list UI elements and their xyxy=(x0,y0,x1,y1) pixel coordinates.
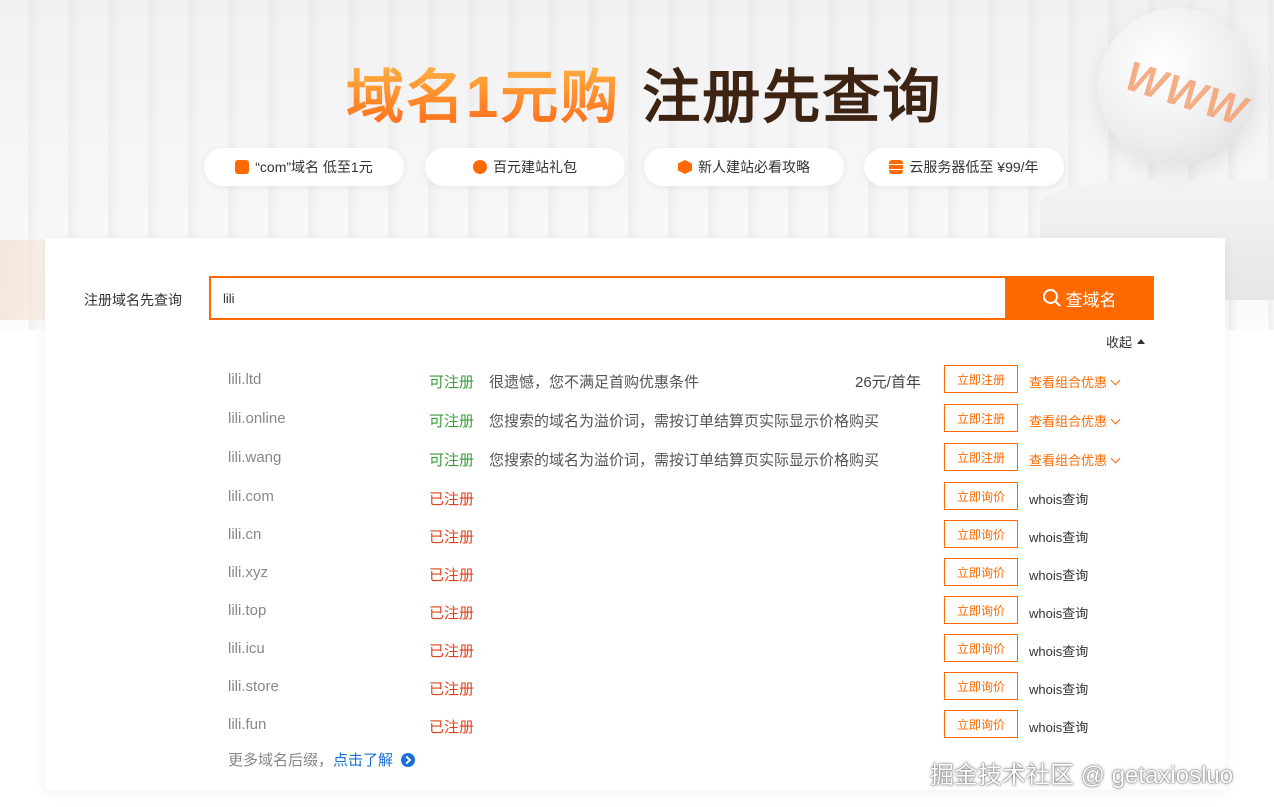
result-status: 已注册 xyxy=(429,605,475,622)
learn-more-link[interactable]: 点击了解 xyxy=(333,749,393,770)
promo-pill-label: 新人建站必看攻略 xyxy=(698,159,810,175)
whois-link[interactable]: whois查询 xyxy=(1029,489,1088,508)
watermark: 掘金技术社区 @ getaxiosluo xyxy=(930,762,1234,789)
inquire-price-button[interactable]: 立即询价 xyxy=(944,520,1018,548)
result-row: lili.icu 已注册 立即询价 whois查询 xyxy=(228,634,1158,664)
result-price: 26元/首年 xyxy=(855,374,921,391)
result-domain: lili.fun xyxy=(228,716,267,733)
whois-link[interactable]: whois查询 xyxy=(1029,565,1088,584)
whois-link[interactable]: whois查询 xyxy=(1029,717,1088,736)
whois-link[interactable]: whois查询 xyxy=(1029,527,1088,546)
whois-link[interactable]: whois查询 xyxy=(1029,641,1088,660)
promo-pill-site-package[interactable]: 百元建站礼包 xyxy=(425,148,625,186)
bundle-offer-link[interactable]: 查看组合优惠 xyxy=(1029,411,1121,430)
collapse-label: 收起 xyxy=(1106,335,1133,350)
result-status: 可注册 xyxy=(429,413,475,430)
result-status: 已注册 xyxy=(429,529,475,546)
collapse-toggle[interactable]: 收起 xyxy=(1106,332,1146,351)
result-domain: lili.ltd xyxy=(228,371,262,388)
inquire-price-button[interactable]: 立即询价 xyxy=(944,558,1018,586)
result-domain: lili.store xyxy=(228,678,279,695)
headline-promo: 域名1元购 xyxy=(346,65,621,130)
bundle-offer-label: 查看组合优惠 xyxy=(1029,375,1108,390)
result-domain: lili.cn xyxy=(228,526,262,543)
result-message: 您搜索的域名为溢价词，需按订单结算页实际显示价格购买 xyxy=(489,413,880,430)
search-icon xyxy=(1042,289,1058,304)
result-status: 可注册 xyxy=(429,452,475,469)
result-row: lili.com 已注册 立即询价 whois查询 xyxy=(228,482,1158,512)
whois-link[interactable]: whois查询 xyxy=(1029,679,1088,698)
headline-subtitle: 注册先查询 xyxy=(642,65,943,130)
hexagon-icon xyxy=(678,160,692,174)
promo-pill-label: “com”域名 低至1元 xyxy=(255,159,373,175)
inquire-price-button[interactable]: 立即询价 xyxy=(944,482,1018,510)
register-now-button[interactable]: 立即注册 xyxy=(944,443,1018,471)
bundle-offer-label: 查看组合优惠 xyxy=(1029,414,1108,429)
inquire-price-button[interactable]: 立即询价 xyxy=(944,672,1018,700)
result-domain: lili.wang xyxy=(228,449,282,466)
chevron-down-icon xyxy=(1110,453,1121,464)
promo-pill-com-domain[interactable]: “com”域名 低至1元 xyxy=(204,148,404,186)
result-status: 已注册 xyxy=(429,567,475,584)
chevron-down-icon xyxy=(1110,414,1121,425)
promo-pill-label: 百元建站礼包 xyxy=(493,159,577,175)
bundle-offer-link[interactable]: 查看组合优惠 xyxy=(1029,450,1121,469)
more-suffixes-text: 更多域名后缀， xyxy=(228,752,334,769)
result-status: 已注册 xyxy=(429,681,475,698)
hero-headline: 域名1元购 注册先查询 xyxy=(346,50,942,134)
chevron-down-icon xyxy=(1110,375,1121,386)
bundle-offer-link[interactable]: 查看组合优惠 xyxy=(1029,372,1121,391)
result-status: 已注册 xyxy=(429,491,475,508)
result-status: 已注册 xyxy=(429,643,475,660)
whois-link[interactable]: whois查询 xyxy=(1029,603,1088,622)
result-row: lili.online 可注册 您搜索的域名为溢价词，需按订单结算页实际显示价格… xyxy=(228,404,1158,434)
more-suffixes: 更多域名后缀， 点击了解 xyxy=(228,749,416,770)
globe-icon xyxy=(473,160,487,174)
result-domain: lili.online xyxy=(228,410,286,427)
result-status: 已注册 xyxy=(429,719,475,736)
result-status: 可注册 xyxy=(429,374,475,391)
search-label: 注册域名先查询 xyxy=(84,292,182,308)
result-row: lili.wang 可注册 您搜索的域名为溢价词，需按订单结算页实际显示价格购买… xyxy=(228,443,1158,473)
domain-search-input[interactable] xyxy=(209,276,1005,320)
result-message: 您搜索的域名为溢价词，需按订单结算页实际显示价格购买 xyxy=(489,452,880,469)
inquire-price-button[interactable]: 立即询价 xyxy=(944,634,1018,662)
bundle-offer-label: 查看组合优惠 xyxy=(1029,453,1108,468)
result-domain: lili.com xyxy=(228,488,274,505)
inquire-price-button[interactable]: 立即询价 xyxy=(944,596,1018,624)
result-row: lili.cn 已注册 立即询价 whois查询 xyxy=(228,520,1158,550)
result-domain: lili.xyz xyxy=(228,564,268,581)
result-row: lili.xyz 已注册 立即询价 whois查询 xyxy=(228,558,1158,588)
result-domain: lili.icu xyxy=(228,640,265,657)
result-row: lili.ltd 可注册 很遗憾，您不满足首购优惠条件 26元/首年 立即注册 … xyxy=(228,365,1158,395)
result-row: lili.fun 已注册 立即询价 whois查询 xyxy=(228,710,1158,740)
register-now-button[interactable]: 立即注册 xyxy=(944,404,1018,432)
promo-pill-cloud-server[interactable]: 云服务器低至 ¥99/年 xyxy=(864,148,1064,186)
result-row: lili.store 已注册 立即询价 whois查询 xyxy=(228,672,1158,702)
result-row: lili.top 已注册 立即询价 whois查询 xyxy=(228,596,1158,626)
register-now-button[interactable]: 立即注册 xyxy=(944,365,1018,393)
domain-tag-icon xyxy=(235,160,250,174)
promo-pill-newbie-guide[interactable]: 新人建站必看攻略 xyxy=(644,148,844,186)
inquire-price-button[interactable]: 立即询价 xyxy=(944,710,1018,738)
search-card xyxy=(45,238,1225,790)
arrow-right-circle-icon[interactable] xyxy=(401,752,416,767)
search-button-label: 查域名 xyxy=(1065,290,1117,310)
result-message: 很遗憾，您不满足首购优惠条件 xyxy=(489,374,700,391)
server-icon xyxy=(889,160,904,174)
caret-up-icon xyxy=(1137,339,1146,344)
result-domain: lili.top xyxy=(228,602,267,619)
promo-pill-label: 云服务器低至 ¥99/年 xyxy=(909,159,1039,175)
search-domain-button[interactable]: 查域名 xyxy=(1005,276,1154,320)
